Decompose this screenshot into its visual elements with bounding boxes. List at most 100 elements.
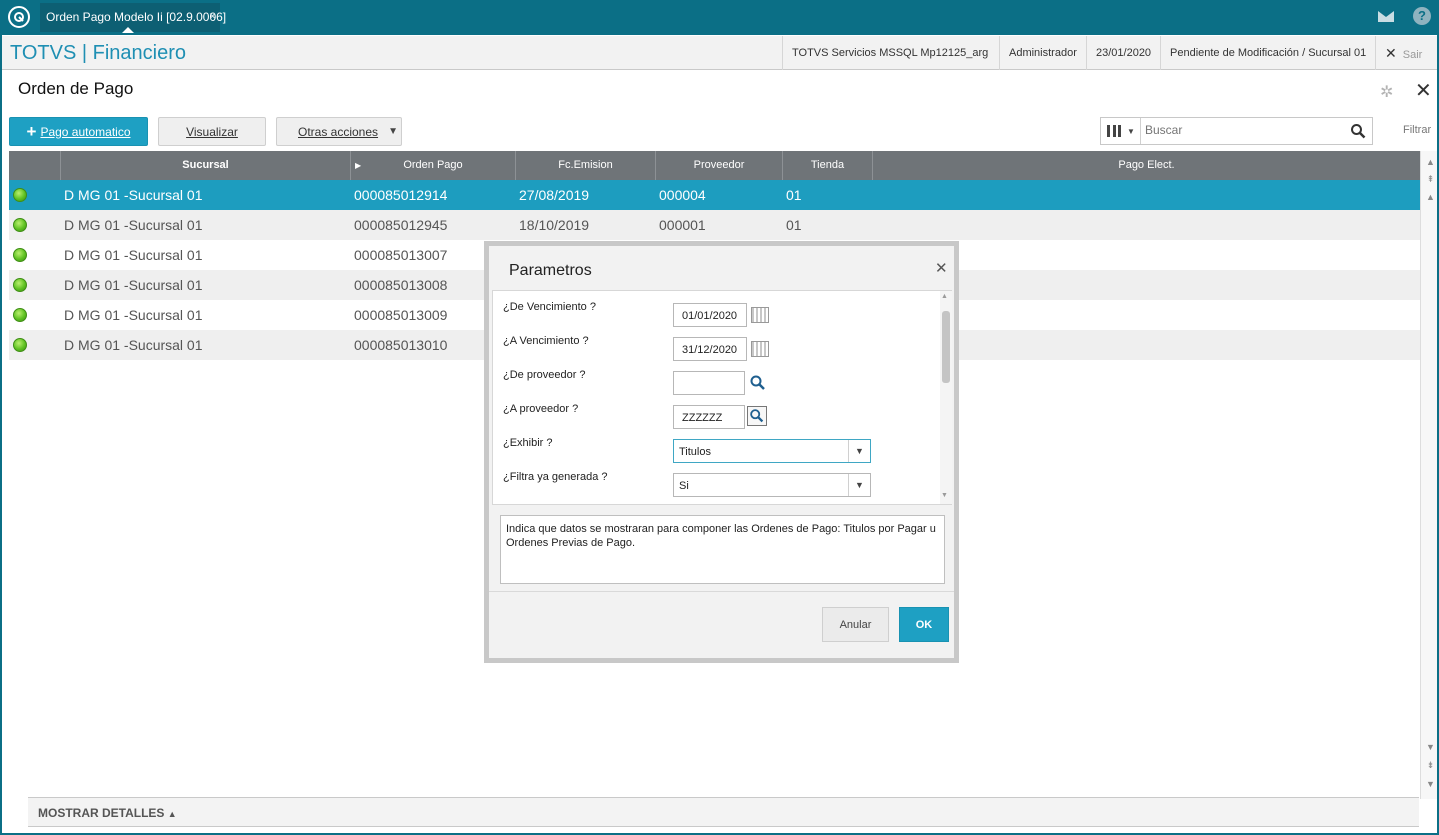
column-header-tienda[interactable]: Tienda <box>783 151 873 180</box>
param-label-a-vencimiento: ¿A Vencimiento ? <box>503 335 589 347</box>
column-header-fc-emision[interactable]: Fc.Emision <box>516 151 656 180</box>
cell-sucursal: D MG 01 -Sucursal 01 <box>64 247 203 263</box>
mostrar-detalles-label: MOSTRAR DETALLES ▲ <box>38 806 177 820</box>
scroll-up-icon[interactable]: ▲ <box>1424 191 1437 204</box>
param-label-de-vencimiento: ¿De Vencimiento ? <box>503 301 596 313</box>
scroll-bottom-icon[interactable]: ▼ <box>1424 778 1437 791</box>
otras-acciones-label: Otras acciones <box>298 124 379 139</box>
status-green-icon <box>13 338 27 352</box>
filtra-ya-generada-select[interactable]: Si ▼ <box>673 473 871 497</box>
param-label-de-proveedor: ¿De proveedor ? <box>503 369 586 381</box>
cell-sucursal: D MG 01 -Sucursal 01 <box>64 337 203 353</box>
search-icon[interactable] <box>1350 123 1366 139</box>
a-vencimiento-input[interactable]: 31/12/2020 <box>673 337 747 361</box>
search-icon[interactable] <box>748 373 768 393</box>
a-proveedor-input[interactable]: ZZZZZZ <box>673 405 745 429</box>
plus-icon: + <box>26 121 37 141</box>
search-box: ▼ <box>1100 117 1373 145</box>
cell-sucursal: D MG 01 -Sucursal 01 <box>64 187 203 203</box>
status-green-icon <box>13 218 27 232</box>
pago-automatico-label: Pago automatico <box>40 124 131 139</box>
scrollbar-thumb[interactable] <box>942 311 950 383</box>
de-proveedor-input[interactable] <box>673 371 745 395</box>
tab-title: Orden Pago Modelo Ii [02.9.0006] <box>46 10 227 24</box>
calendar-icon[interactable] <box>751 341 769 357</box>
branch-status-info: Pendiente de Modificación / Sucursal 01 <box>1160 36 1375 70</box>
table-row[interactable]: D MG 01 -Sucursal 01 000085012945 18/10/… <box>9 210 1420 240</box>
dialog-title: Parametros <box>509 262 592 279</box>
parameters-panel: ¿De Vencimiento ? 01/01/2020 ¿A Vencimie… <box>492 290 952 505</box>
cell-fc-emision: 18/10/2019 <box>519 217 590 233</box>
mail-icon[interactable] <box>1374 6 1398 28</box>
param-label-exhibir: ¿Exhibir ? <box>503 437 553 449</box>
column-header-proveedor[interactable]: Proveedor <box>656 151 783 180</box>
tab-close-icon[interactable]: × <box>209 9 216 23</box>
app-logo-icon[interactable] <box>8 6 30 28</box>
chevron-up-icon: ▲ <box>167 809 177 819</box>
exhibir-select[interactable]: Titulos ▼ <box>673 439 871 463</box>
column-header-sucursal[interactable]: Sucursal <box>61 151 351 180</box>
status-green-icon <box>13 278 27 292</box>
filtrar-link[interactable]: Filtrar <box>1403 124 1431 136</box>
parametros-dialog-body: Parametros ✕ ¿De Vencimiento ? 01/01/202… <box>489 246 954 658</box>
column-header-pago-elect[interactable]: Pago Elect. <box>873 151 1420 180</box>
grid-scrollbar[interactable]: ▲ ⇞ ▲ ▼ ⇟ ▼ <box>1420 151 1437 799</box>
column-header-orden-pago-label: Orden Pago <box>403 159 463 171</box>
otras-acciones-button[interactable]: Otras acciones ▼ <box>276 117 402 146</box>
brand-title: TOTVS | Financiero <box>10 42 186 64</box>
mostrar-detalles-bar[interactable]: MOSTRAR DETALLES ▲ <box>28 797 1419 827</box>
exit-label: Sair <box>1402 49 1423 61</box>
search-icon[interactable] <box>747 406 767 426</box>
ok-button[interactable]: OK <box>899 607 949 642</box>
help-icon[interactable]: ? <box>1410 6 1434 28</box>
chevron-down-icon: ▼ <box>1127 126 1135 136</box>
parameters-scrollbar[interactable]: ▲ ▼ <box>940 291 952 504</box>
sort-arrow-icon: ▶ <box>355 161 362 170</box>
environment-info: TOTVS Servicios MSSQL Mp12125_arg <box>782 36 997 70</box>
cell-sucursal: D MG 01 -Sucursal 01 <box>64 307 203 323</box>
header-bar: TOTVS | Financiero TOTVS Servicios MSSQL… <box>2 35 1437 70</box>
chevron-down-icon: ▼ <box>848 474 870 496</box>
cell-tienda: 01 <box>786 187 802 203</box>
page-title: Orden de Pago <box>18 79 134 98</box>
grid-header: Sucursal ▶ Orden Pago Fc.Emision Proveed… <box>9 151 1420 180</box>
exit-button[interactable]: ✕ Sair <box>1375 36 1431 70</box>
anular-button[interactable]: Anular <box>822 607 889 642</box>
scroll-top-icon[interactable]: ▲ <box>1424 156 1437 169</box>
filtra-selected-value: Si <box>679 480 689 492</box>
pago-automatico-button[interactable]: + Pago automatico <box>9 117 148 146</box>
scroll-up-icon[interactable]: ▲ <box>941 293 948 300</box>
parameter-help-text: Indica que datos se mostraran para compo… <box>500 515 945 584</box>
table-row[interactable]: D MG 01 -Sucursal 01 000085012914 27/08/… <box>9 180 1420 210</box>
param-label-filtra-ya-generada: ¿Filtra ya generada ? <box>503 471 608 483</box>
scroll-page-down-icon[interactable]: ⇟ <box>1424 759 1437 772</box>
close-page-icon[interactable]: ✕ <box>1415 78 1432 103</box>
date-info: 23/01/2020 <box>1086 36 1160 70</box>
calendar-icon[interactable] <box>751 307 769 323</box>
status-green-icon <box>13 188 27 202</box>
scroll-down-icon[interactable]: ▼ <box>1424 741 1437 754</box>
cell-orden-pago: 000085013007 <box>354 247 448 263</box>
gear-icon[interactable]: ✲ <box>1380 82 1393 102</box>
search-input[interactable] <box>1145 123 1335 137</box>
cell-fc-emision: 27/08/2019 <box>519 187 590 203</box>
de-vencimiento-input[interactable]: 01/01/2020 <box>673 303 747 327</box>
columns-selector-button[interactable]: ▼ <box>1101 118 1141 144</box>
active-tab-indicator <box>122 27 134 33</box>
scroll-page-up-icon[interactable]: ⇞ <box>1424 173 1437 186</box>
column-header-status[interactable] <box>9 151 61 180</box>
visualizar-button[interactable]: Visualizar <box>158 117 266 146</box>
cell-orden-pago: 000085013010 <box>354 337 448 353</box>
columns-icon <box>1107 125 1121 137</box>
status-green-icon <box>13 248 27 262</box>
cell-orden-pago: 000085012914 <box>354 187 448 203</box>
visualizar-label: Visualizar <box>186 124 238 139</box>
scroll-down-icon[interactable]: ▼ <box>941 492 948 499</box>
cell-sucursal: D MG 01 -Sucursal 01 <box>64 217 203 233</box>
top-bar: Orden Pago Modelo Ii [02.9.0006] × ? <box>2 0 1437 35</box>
column-header-orden-pago[interactable]: ▶ Orden Pago <box>351 151 516 180</box>
cell-proveedor: 000004 <box>659 187 706 203</box>
user-info: Administrador <box>999 36 1086 70</box>
close-icon[interactable]: ✕ <box>935 259 948 277</box>
cell-sucursal: D MG 01 -Sucursal 01 <box>64 277 203 293</box>
